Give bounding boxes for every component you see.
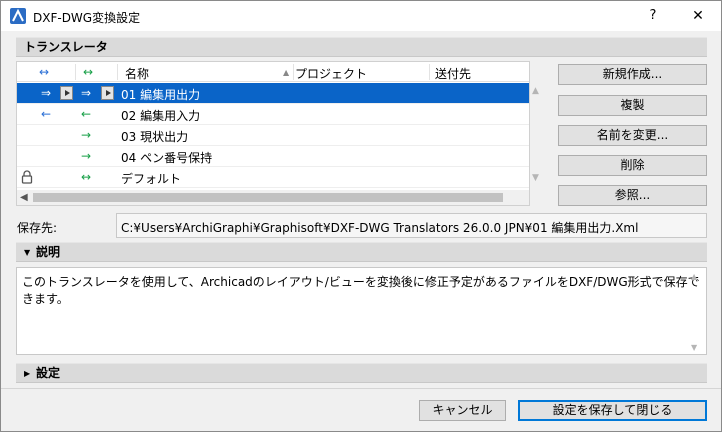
translator-row[interactable]: → 04 ペン番号保持 xyxy=(17,146,529,167)
footer-divider xyxy=(1,388,721,389)
description-text-area[interactable]: このトランスレータを使用して、Archicadのレイアウト/ビューを変換後に修正… xyxy=(16,267,707,355)
scroll-left-icon[interactable]: ◀ xyxy=(20,190,28,205)
new-button[interactable]: 新規作成... xyxy=(558,64,707,85)
column-header-send-to[interactable]: 送付先 xyxy=(435,65,471,82)
export-arrow-icon: ⇒ xyxy=(41,86,52,100)
title-bar: DXF-DWG変換設定 ? ✕ xyxy=(1,1,721,31)
column-header-project[interactable]: プロジェクト xyxy=(295,65,367,82)
settings-section-header[interactable]: ▶ 設定 xyxy=(16,363,707,383)
export-arrow-icon: ⇒ xyxy=(81,86,92,100)
scroll-up-icon[interactable]: ▲ xyxy=(532,86,539,96)
scroll-down-icon[interactable]: ▼ xyxy=(691,343,697,352)
translator-name: デフォルト xyxy=(121,172,182,186)
translator-list[interactable]: ↔ ↔ 名称 ▲ プロジェクト 送付先 ⇒ ⇒ 01 編集用出力 ← ← 02 … xyxy=(16,61,530,206)
import-arrow-icon: ← xyxy=(41,107,52,121)
column-header-name[interactable]: 名称 xyxy=(125,65,149,82)
browse-button[interactable]: 参照... xyxy=(558,185,707,206)
translator-section-title: トランスレータ xyxy=(24,40,108,54)
sort-ascending-icon: ▲ xyxy=(283,68,290,77)
scroll-down-icon[interactable]: ▼ xyxy=(532,173,539,183)
export-arrow-icon: → xyxy=(81,149,92,163)
save-path-label: 保存先: xyxy=(17,221,58,235)
save-and-close-button[interactable]: 設定を保存して閉じる xyxy=(518,400,707,421)
chevron-right-icon: ▶ xyxy=(24,369,31,378)
play-button[interactable] xyxy=(60,86,73,100)
archicad-app-icon xyxy=(10,8,26,24)
translator-row[interactable]: ← ← 02 編集用入力 xyxy=(17,104,529,125)
scrollbar-thumb[interactable] xyxy=(33,193,503,202)
settings-section-title: 設定 xyxy=(36,366,61,380)
duplicate-button[interactable]: 複製 xyxy=(558,95,707,116)
translator-name: 04 ペン番号保持 xyxy=(121,151,213,165)
save-path-field: C:¥Users¥ArchiGraphi¥Graphisoft¥DXF-DWG … xyxy=(116,213,707,238)
translator-name: 03 現状出力 xyxy=(121,130,189,144)
window-title: DXF-DWG変換設定 xyxy=(33,11,141,25)
rename-button[interactable]: 名前を変更... xyxy=(558,125,707,146)
play-button[interactable] xyxy=(101,86,114,100)
list-header: ↔ ↔ 名称 ▲ プロジェクト 送付先 xyxy=(17,62,529,82)
cancel-button[interactable]: キャンセル xyxy=(419,400,506,421)
description-section-header[interactable]: ▼ 説明 xyxy=(16,242,707,262)
import-arrow-icon: ← xyxy=(81,107,92,121)
header-arrow-1[interactable]: ↔ xyxy=(39,65,49,79)
lock-icon xyxy=(21,170,33,184)
scroll-up-icon[interactable]: ▲ xyxy=(691,272,697,281)
translator-section-header: トランスレータ xyxy=(16,37,707,57)
translator-name: 02 編集用入力 xyxy=(121,109,201,123)
close-button[interactable]: ✕ xyxy=(685,5,711,27)
help-button[interactable]: ? xyxy=(641,5,665,27)
bidirectional-arrow-icon: ↔ xyxy=(81,170,92,184)
delete-button[interactable]: 削除 xyxy=(558,155,707,176)
chevron-down-icon: ▼ xyxy=(24,248,31,257)
description-section-title: 説明 xyxy=(36,245,61,259)
translator-row[interactable]: ⇒ ⇒ 01 編集用出力 xyxy=(17,83,529,104)
export-arrow-icon: → xyxy=(81,128,92,142)
translator-row[interactable]: → 03 現状出力 xyxy=(17,125,529,146)
horizontal-scrollbar[interactable]: ◀ xyxy=(17,190,529,205)
dialog-window: DXF-DWG変換設定 ? ✕ トランスレータ ↔ ↔ 名称 ▲ プロジェクト … xyxy=(0,0,722,432)
header-arrow-2[interactable]: ↔ xyxy=(83,65,93,79)
translator-row[interactable]: ↔ デフォルト xyxy=(17,167,529,188)
translator-name: 01 編集用出力 xyxy=(121,88,201,102)
